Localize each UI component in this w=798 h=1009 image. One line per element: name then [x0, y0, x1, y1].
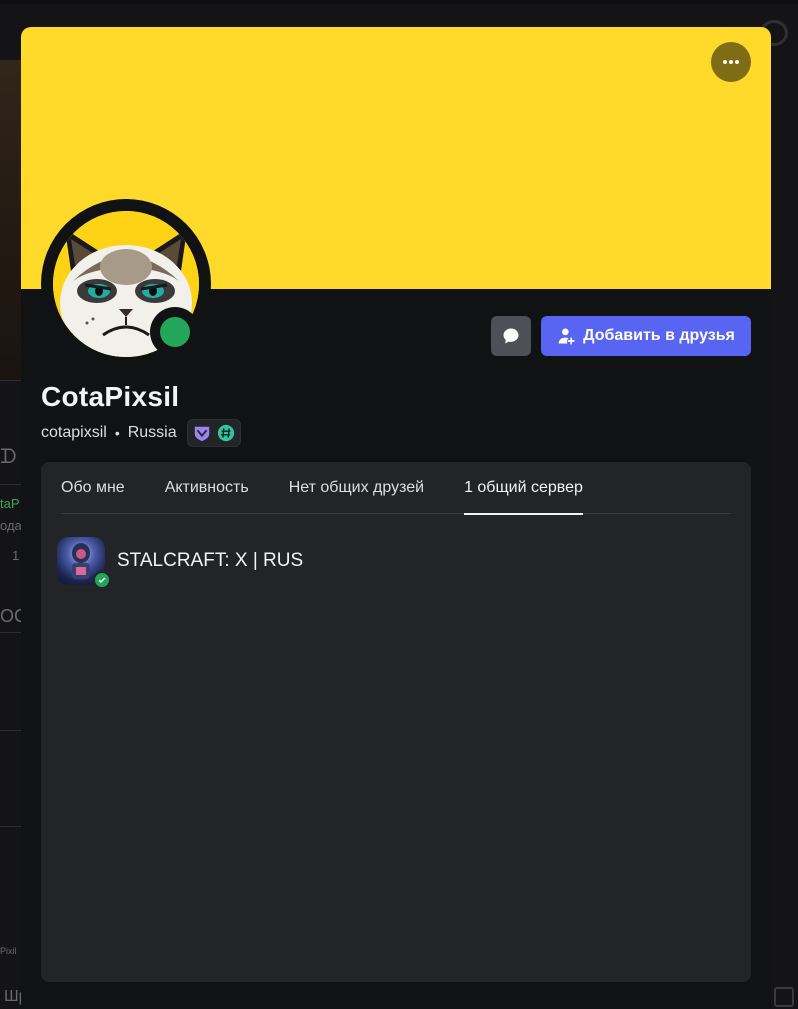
server-name: STALCRAFT: X | RUS	[117, 550, 304, 571]
server-icon	[57, 537, 111, 589]
tab-mutual-friends[interactable]: Нет общих друзей	[289, 462, 424, 514]
background-text: ода	[0, 518, 22, 533]
profile-tabs: Обо мне Активность Нет общих друзей 1 об…	[61, 462, 731, 515]
tab-about-me[interactable]: Обо мне	[61, 462, 125, 514]
tab-activity[interactable]: Активность	[165, 462, 249, 514]
background-text: Pixil	[0, 946, 17, 956]
add-friend-label: Добавить в друзья	[583, 327, 735, 344]
background-divider	[0, 826, 22, 827]
profile-display-name: CotaPixsil	[41, 381, 180, 412]
send-message-button[interactable]	[491, 316, 531, 356]
background-text: taP	[0, 496, 20, 511]
hashtag-badge-icon[interactable]	[216, 423, 236, 443]
separator-dot: •	[114, 425, 120, 441]
background-divider	[0, 484, 22, 485]
chat-bubble-icon	[503, 328, 519, 344]
online-status-dot	[160, 317, 190, 347]
status-indicator-frame	[150, 307, 200, 357]
profile-location: Russia	[127, 424, 177, 441]
background-text: 1	[12, 548, 20, 563]
hypesquad-balance-badge-icon[interactable]	[192, 423, 212, 443]
profile-subtitle: cotapixsil • Russia	[41, 419, 241, 447]
background-topbar	[0, 0, 798, 4]
background-divider	[0, 380, 22, 381]
profile-details-panel: Обо мне Активность Нет общих друзей 1 об…	[41, 462, 751, 982]
background-gift-icon	[774, 987, 794, 1007]
more-options-button[interactable]	[711, 42, 751, 82]
background-divider	[0, 632, 22, 633]
mutual-server-item[interactable]: STALCRAFT: X | RUS	[57, 536, 304, 589]
user-profile-modal: Добавить в друзья CotaPixsil cotapixsil …	[21, 27, 771, 1009]
verified-server-icon	[93, 571, 111, 589]
profile-username[interactable]: cotapixsil	[41, 424, 107, 442]
add-user-icon	[558, 328, 575, 345]
badge-list	[186, 419, 241, 447]
more-horizontal-icon	[723, 60, 739, 64]
background-image-strip	[0, 60, 22, 380]
tab-mutual-servers[interactable]: 1 общий сервер	[464, 462, 583, 515]
add-friend-button[interactable]: Добавить в друзья	[541, 316, 751, 356]
background-text: ᗪ	[0, 446, 17, 468]
background-divider	[0, 730, 22, 731]
